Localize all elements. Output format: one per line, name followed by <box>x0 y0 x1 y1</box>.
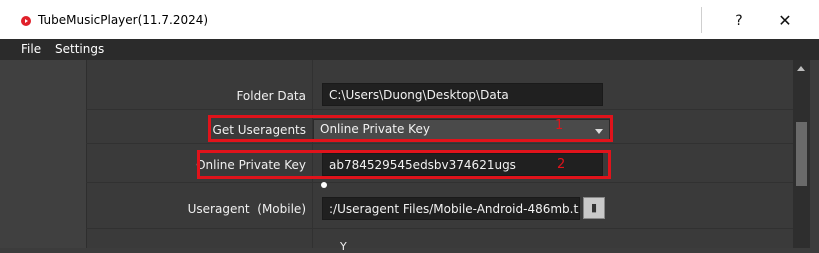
book-icon: ▮ <box>590 201 598 214</box>
menu-file[interactable]: File <box>21 42 41 56</box>
menu-settings[interactable]: Settings <box>55 42 104 56</box>
close-button[interactable]: ✕ <box>762 8 808 34</box>
menu-bar: File Settings <box>0 39 819 60</box>
title-separator <box>701 7 702 33</box>
row-divider <box>86 109 793 110</box>
folder-data-field[interactable]: C:\Users\Duong\Desktop\Data <box>322 83 603 106</box>
title-bar: TubeMusicPlayer(11.7.2024) ? ✕ <box>0 0 819 39</box>
window-title: TubeMusicPlayer(11.7.2024) <box>38 13 209 27</box>
scrollbar-thumb[interactable] <box>796 122 807 186</box>
app-logo-icon <box>21 16 31 26</box>
annotation-box-1 <box>208 115 613 142</box>
row-divider <box>86 228 793 229</box>
row-divider <box>86 143 793 144</box>
useragent-mobile-field[interactable]: :/Useragent Files/Mobile-Android-486mb.t… <box>322 197 580 220</box>
settings-panel: Folder Data C:\Users\Duong\Desktop\Data … <box>0 60 793 253</box>
vertical-scrollbar[interactable] <box>793 60 810 248</box>
browse-file-button[interactable]: ▮ <box>583 197 605 219</box>
help-button[interactable]: ? <box>716 8 762 34</box>
annotation-box-2 <box>197 150 611 179</box>
annotation-number-1: 1 <box>555 118 564 133</box>
useragent-mobile-label: Useragent (Mobile) <box>187 202 306 216</box>
scroll-up-icon[interactable] <box>797 66 805 71</box>
row-divider <box>86 182 793 183</box>
folder-data-label: Folder Data <box>236 89 306 103</box>
next-row-partial-label: Y <box>340 240 347 253</box>
annotation-number-2: 2 <box>557 157 566 172</box>
radio-button[interactable] <box>321 182 327 188</box>
left-gutter <box>0 60 87 248</box>
